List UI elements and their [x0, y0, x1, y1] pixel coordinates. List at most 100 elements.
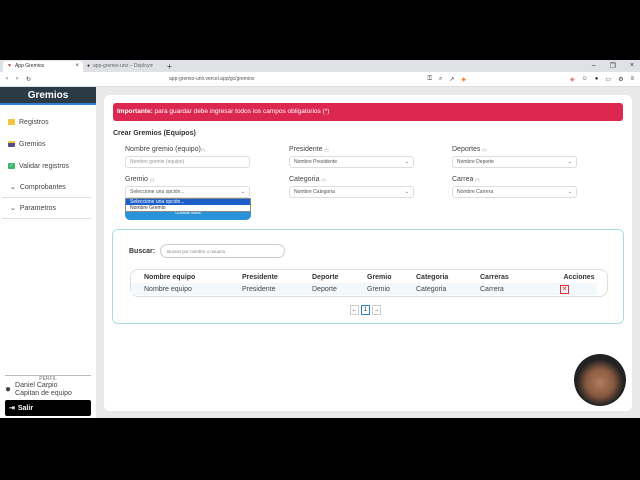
banner-bold: Importante:: [117, 108, 153, 115]
form-title: Crear Gremios (Equipos): [113, 130, 196, 137]
list-panel: Buscar: Buscar por nombre o usuario Nombr…: [112, 229, 624, 324]
cell: Gremio: [367, 285, 390, 293]
chevron-down-icon: ⌄: [404, 189, 409, 195]
folder-icon: [8, 119, 15, 125]
required-mark: (*): [321, 177, 326, 182]
pagination: ← 1 →: [350, 305, 381, 315]
cell: Categoria: [416, 285, 447, 293]
brave-icon[interactable]: ◈: [461, 76, 466, 83]
cell: Carrera: [480, 285, 504, 293]
field-gremio: Gremio (*) Seleccione una opción... ⌄: [125, 176, 250, 198]
col-header: Presidente: [242, 273, 278, 281]
chevron-down-icon: ⌄: [567, 159, 572, 165]
col-header: Nombre equipo: [144, 273, 196, 281]
important-banner: Importante: para guardar debe ingresar t…: [113, 103, 623, 121]
zoom-icon[interactable]: ⌕: [439, 76, 442, 83]
share-icon[interactable]: ↗: [449, 76, 454, 83]
value: Nombre Deporte: [457, 159, 494, 165]
extensions-icon[interactable]: ⚙: [618, 76, 623, 83]
tab-label: App Gremios: [14, 63, 45, 69]
sidebar-icon[interactable]: ▭: [605, 76, 611, 83]
close-window-icon[interactable]: ×: [630, 62, 634, 70]
address-bar: ‹ › ↻ app-gremio-unir.vercel.app/gc/gremio…: [0, 72, 640, 87]
value: Seleccione una opción...: [130, 189, 185, 195]
col-header: Gremio: [367, 273, 392, 281]
label: Categoria: [289, 176, 320, 183]
screen: ▼ App Gremios × ● app-gremio-unir – Deploym…: [0, 60, 640, 418]
required-mark: (*): [482, 147, 487, 152]
key-icon[interactable]: ⚿: [427, 76, 432, 83]
sidebar-item-registros[interactable]: Registros: [0, 111, 96, 133]
chevron-down-icon: ⌄: [567, 189, 572, 195]
metamask-icon[interactable]: ◆: [570, 76, 575, 83]
cell: Presidente: [242, 285, 276, 293]
page-button[interactable]: 1: [361, 305, 370, 315]
forward-icon[interactable]: ›: [16, 76, 18, 82]
extension-icon[interactable]: ☺: [582, 76, 588, 83]
label: Comprobantes: [19, 183, 66, 191]
close-tab-icon[interactable]: ×: [75, 63, 79, 69]
menu-icon[interactable]: ≡: [630, 76, 634, 83]
sidebar-group-parametros[interactable]: ⌄ Parametros: [2, 198, 91, 219]
required-mark: (*): [324, 147, 329, 152]
label: Validar registros: [19, 162, 70, 170]
field-deportes: Deportes (*) Nombre Deporte ⌄: [452, 146, 577, 168]
sidebar-title: Gremios: [0, 87, 96, 105]
label: Gremio: [125, 176, 148, 183]
label: Presidente: [289, 146, 323, 153]
tab-label: app-gremio-unir – Deployments – V: [93, 63, 154, 69]
check-icon: ✓: [8, 163, 15, 169]
tab-deployments[interactable]: ●app-gremio-unir – Deployments – V: [83, 61, 163, 72]
nombre-input[interactable]: Nombre gremio (equipo): [125, 156, 250, 168]
restore-icon[interactable]: ❐: [610, 62, 616, 70]
sidebar-group-comprobantes[interactable]: ⌄ Comprobantes: [2, 177, 91, 198]
label: Nombre gremio (equipo): [125, 146, 201, 153]
url-field[interactable]: app-gremio-unir.vercel.app/gc/gremios: [169, 76, 254, 82]
cell: Deporte: [312, 285, 337, 293]
label: Parametros: [19, 204, 57, 212]
extension-icon[interactable]: ●: [595, 76, 599, 83]
webcam-overlay: [574, 354, 626, 406]
col-header: Acciones: [563, 273, 595, 281]
dropdown-option[interactable]: Nombre Gremio: [126, 205, 250, 211]
label: Deportes: [452, 146, 481, 153]
chevron-down-icon: ⌄: [10, 184, 16, 191]
tab-app-gremios[interactable]: ▼ App Gremios ×: [3, 60, 83, 72]
profile-divider: PERFIL: [5, 375, 91, 382]
gremio-dropdown: Seleccione una opción... Nombre Gremio: [125, 198, 251, 212]
categoria-select[interactable]: Nombre Categoria ⌄: [289, 186, 414, 198]
main-card: Importante: para guardar debe ingresar t…: [104, 95, 632, 411]
back-icon[interactable]: ‹: [6, 76, 8, 82]
sidebar-item-validar[interactable]: ✓ Validar registros: [0, 155, 96, 177]
sidebar-item-gremios[interactable]: Gremios: [0, 133, 96, 155]
minimize-icon[interactable]: –: [592, 62, 596, 70]
user-role: Capitan de equipo: [15, 390, 72, 397]
sidebar: Gremios Registros Gremios ✓ Validar regis…: [0, 87, 96, 418]
carrera-select[interactable]: Nombre Carrera ⌄: [452, 186, 577, 198]
user-name: Daniel Carpio: [15, 382, 58, 389]
deportes-select[interactable]: Nombre Deporte ⌄: [452, 156, 577, 168]
chevron-down-icon: ⌄: [240, 189, 245, 195]
prev-page-button[interactable]: ←: [350, 305, 359, 315]
label: Gremios: [19, 140, 46, 148]
field-presidente: Presidente (*) Nombre Presidente ⌄: [289, 146, 414, 168]
search-input[interactable]: Buscar por nombre o usuario: [160, 244, 286, 258]
reload-icon[interactable]: ↻: [26, 76, 31, 83]
table-header: Nombre equipo Presidente Deporte Gremio Cate…: [131, 271, 607, 283]
app-favicon-icon: ▼: [7, 63, 12, 69]
gremios-icon: [8, 141, 15, 147]
label: Salir: [17, 404, 34, 412]
user-info: ● Daniel Carpio Capitan de equipo: [5, 382, 72, 398]
tab-bar: ▼ App Gremios × ● app-gremio-unir – Deploym…: [0, 60, 640, 72]
new-tab-button[interactable]: +: [167, 62, 172, 71]
next-page-button[interactable]: →: [372, 305, 381, 315]
logout-button[interactable]: ⇥ Salir: [5, 400, 91, 416]
chevron-down-icon: ⌄: [404, 159, 409, 165]
gremio-select[interactable]: Seleccione una opción... ⌄: [125, 186, 250, 198]
label: Registros: [19, 118, 49, 126]
col-header: Carreras: [480, 273, 509, 281]
col-header: Categoria: [416, 273, 449, 281]
delete-icon[interactable]: ✕: [560, 284, 569, 294]
presidente-select[interactable]: Nombre Presidente ⌄: [289, 156, 414, 168]
value: Nombre Presidente: [294, 159, 338, 165]
